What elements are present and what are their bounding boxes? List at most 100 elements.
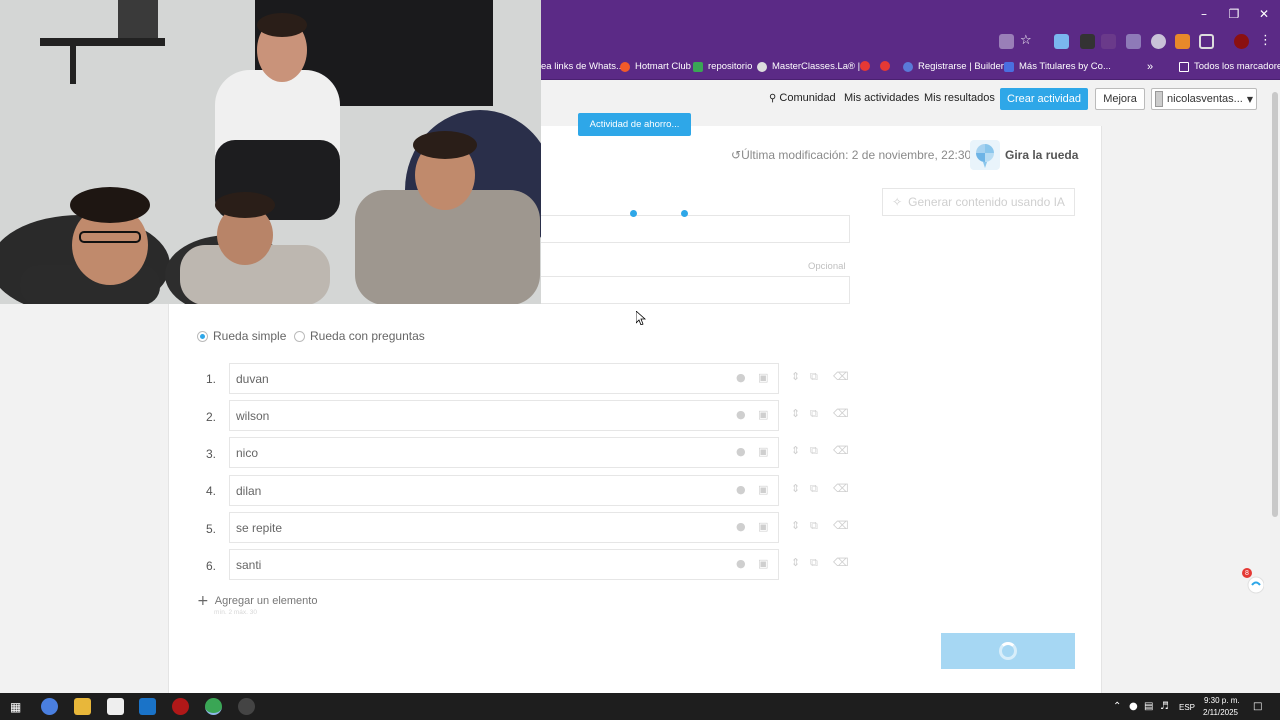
item-input[interactable]: se repite xyxy=(229,512,779,543)
plus-icon: + xyxy=(197,593,209,609)
trash-icon[interactable]: ⌫ xyxy=(833,556,849,569)
extension-off-icon[interactable] xyxy=(1080,34,1095,49)
profile-avatar-icon[interactable] xyxy=(1234,34,1249,49)
image-icon[interactable]: ▣ xyxy=(758,483,768,496)
volume-icon[interactable]: ♬ xyxy=(1160,701,1169,712)
nav-community[interactable]: ⚲ Comunidad xyxy=(769,92,836,104)
microphone-tray-icon[interactable]: ● xyxy=(1129,701,1138,712)
microphone-icon[interactable]: ● xyxy=(736,408,746,421)
image-icon[interactable]: ▣ xyxy=(758,520,768,533)
reorder-icon[interactable]: ⇕ xyxy=(791,370,800,383)
microphone-icon[interactable]: ● xyxy=(736,520,746,533)
minimize-button[interactable]: – xyxy=(1188,0,1220,27)
bookmarks-overflow[interactable]: » xyxy=(1147,61,1153,73)
extension-grid-icon[interactable] xyxy=(1126,34,1141,49)
trash-icon[interactable]: ⌫ xyxy=(833,407,849,420)
copilot-icon[interactable] xyxy=(41,698,58,715)
item-input[interactable]: nico xyxy=(229,437,779,468)
radio-question-wheel[interactable]: Rueda con preguntas xyxy=(294,329,425,343)
reorder-icon[interactable]: ⇕ xyxy=(791,482,800,495)
item-input[interactable]: santi xyxy=(229,549,779,580)
image-icon[interactable]: ▣ xyxy=(758,557,768,570)
duplicate-icon[interactable]: ⧉ xyxy=(810,556,818,570)
bookmark-titulares[interactable]: Más Titulares by Co... xyxy=(1004,61,1111,72)
bookmark-masterclasses[interactable]: MasterClasses.La® |... xyxy=(757,61,868,72)
reorder-icon[interactable]: ⇕ xyxy=(791,444,800,457)
network-icon[interactable]: ▤ xyxy=(1144,701,1153,712)
bookmark-star-icon[interactable]: ☆ xyxy=(1020,33,1035,48)
duplicate-icon[interactable]: ⧉ xyxy=(810,519,818,533)
duplicate-icon[interactable]: ⧉ xyxy=(810,482,818,496)
close-window-button[interactable]: ✕ xyxy=(1248,0,1280,27)
history-icon: ↺ xyxy=(731,148,742,162)
upgrade-button[interactable]: Mejora xyxy=(1095,88,1145,110)
obs-icon[interactable] xyxy=(238,698,255,715)
nav-my-activities[interactable]: Mis actividades xyxy=(844,92,919,104)
extension-circle-icon[interactable] xyxy=(1151,34,1166,49)
reorder-icon[interactable]: ⇕ xyxy=(791,407,800,420)
bookmark-builder[interactable]: Registrarse | Builder... xyxy=(903,61,1011,72)
trash-icon[interactable]: ⌫ xyxy=(833,444,849,457)
item-input[interactable]: dilan xyxy=(229,475,779,506)
reorder-icon[interactable]: ⇕ xyxy=(791,556,800,569)
bookmark-repositorio[interactable]: repositorio xyxy=(693,61,752,72)
file-explorer-icon[interactable] xyxy=(74,698,91,715)
item-input[interactable]: duvan xyxy=(229,363,779,394)
store-icon[interactable] xyxy=(107,698,124,715)
chrome-icon[interactable] xyxy=(205,698,222,715)
image-icon[interactable]: ▣ xyxy=(758,445,768,458)
extension-icon[interactable] xyxy=(1101,34,1116,49)
tray-overflow-icon[interactable]: ⌃ xyxy=(1113,701,1121,712)
scrollbar-thumb[interactable] xyxy=(1272,92,1278,517)
all-bookmarks-folder[interactable]: Todos los marcadores xyxy=(1179,61,1280,72)
activity-title-tab[interactable]: Actividad de ahorro... xyxy=(578,113,691,136)
activity-title-input[interactable] xyxy=(540,215,850,243)
progress-dot xyxy=(681,210,688,217)
taskbar-time[interactable]: 9:30 p. m. xyxy=(1204,696,1240,705)
microphone-icon[interactable]: ● xyxy=(736,557,746,570)
trash-icon[interactable]: ⌫ xyxy=(833,482,849,495)
user-menu-dropdown[interactable]: nicolasventas... ▼ xyxy=(1151,88,1257,110)
windows-start-icon[interactable]: ▦ xyxy=(10,700,21,714)
instructions-input[interactable] xyxy=(540,276,850,304)
duplicate-icon[interactable]: ⧉ xyxy=(810,370,818,384)
duplicate-icon[interactable]: ⧉ xyxy=(810,407,818,421)
extension-orange-icon[interactable] xyxy=(1175,34,1190,49)
outlook-icon[interactable] xyxy=(139,698,156,715)
image-icon[interactable]: ▣ xyxy=(758,408,768,421)
image-icon[interactable]: ▣ xyxy=(758,371,768,384)
bookmark-red-2[interactable] xyxy=(880,61,890,71)
microphone-icon[interactable]: ● xyxy=(736,371,746,384)
extensions-puzzle-icon[interactable] xyxy=(1199,34,1214,49)
notifications-icon[interactable]: □ xyxy=(1253,701,1262,712)
browser-menu-icon[interactable]: ⋮ xyxy=(1259,33,1274,48)
item-number: 2. xyxy=(205,410,216,424)
nav-my-results[interactable]: Mis resultados xyxy=(924,92,995,104)
bookmark-red-1[interactable] xyxy=(860,61,870,71)
create-activity-button[interactable]: Crear actividad xyxy=(1000,88,1088,110)
language-indicator[interactable]: ESP xyxy=(1179,703,1195,712)
extension-camera-icon[interactable] xyxy=(1054,34,1069,49)
template-name[interactable]: Gira la rueda xyxy=(1005,148,1078,162)
bookmark-hotmart[interactable]: Hotmart Club xyxy=(620,61,691,72)
bookmark-whatsapp-links[interactable]: ea links de Whats... xyxy=(541,61,624,72)
done-button[interactable] xyxy=(941,633,1075,669)
microphone-icon[interactable]: ● xyxy=(736,483,746,496)
sparkle-icon: ✧ xyxy=(892,195,903,209)
trash-icon[interactable]: ⌫ xyxy=(833,370,849,383)
trash-icon[interactable]: ⌫ xyxy=(833,519,849,532)
drive-icon xyxy=(693,61,703,72)
add-item-button[interactable]: + Agregar un elemento xyxy=(197,593,317,609)
generate-ai-button[interactable]: ✧ Generar contenido usando IA xyxy=(882,188,1075,216)
radio-simple-wheel[interactable]: Rueda simple xyxy=(197,329,286,343)
titulares-icon xyxy=(1004,61,1014,72)
restore-button[interactable]: ❐ xyxy=(1218,0,1250,27)
taskbar-date[interactable]: 2/11/2025 xyxy=(1203,708,1238,717)
translate-icon[interactable] xyxy=(999,34,1014,49)
microphone-icon[interactable]: ● xyxy=(736,445,746,458)
item-input[interactable]: wilson xyxy=(229,400,779,431)
app-red-icon[interactable] xyxy=(172,698,189,715)
duplicate-icon[interactable]: ⧉ xyxy=(810,444,818,458)
reorder-icon[interactable]: ⇕ xyxy=(791,519,800,532)
item-number: 4. xyxy=(205,484,216,498)
